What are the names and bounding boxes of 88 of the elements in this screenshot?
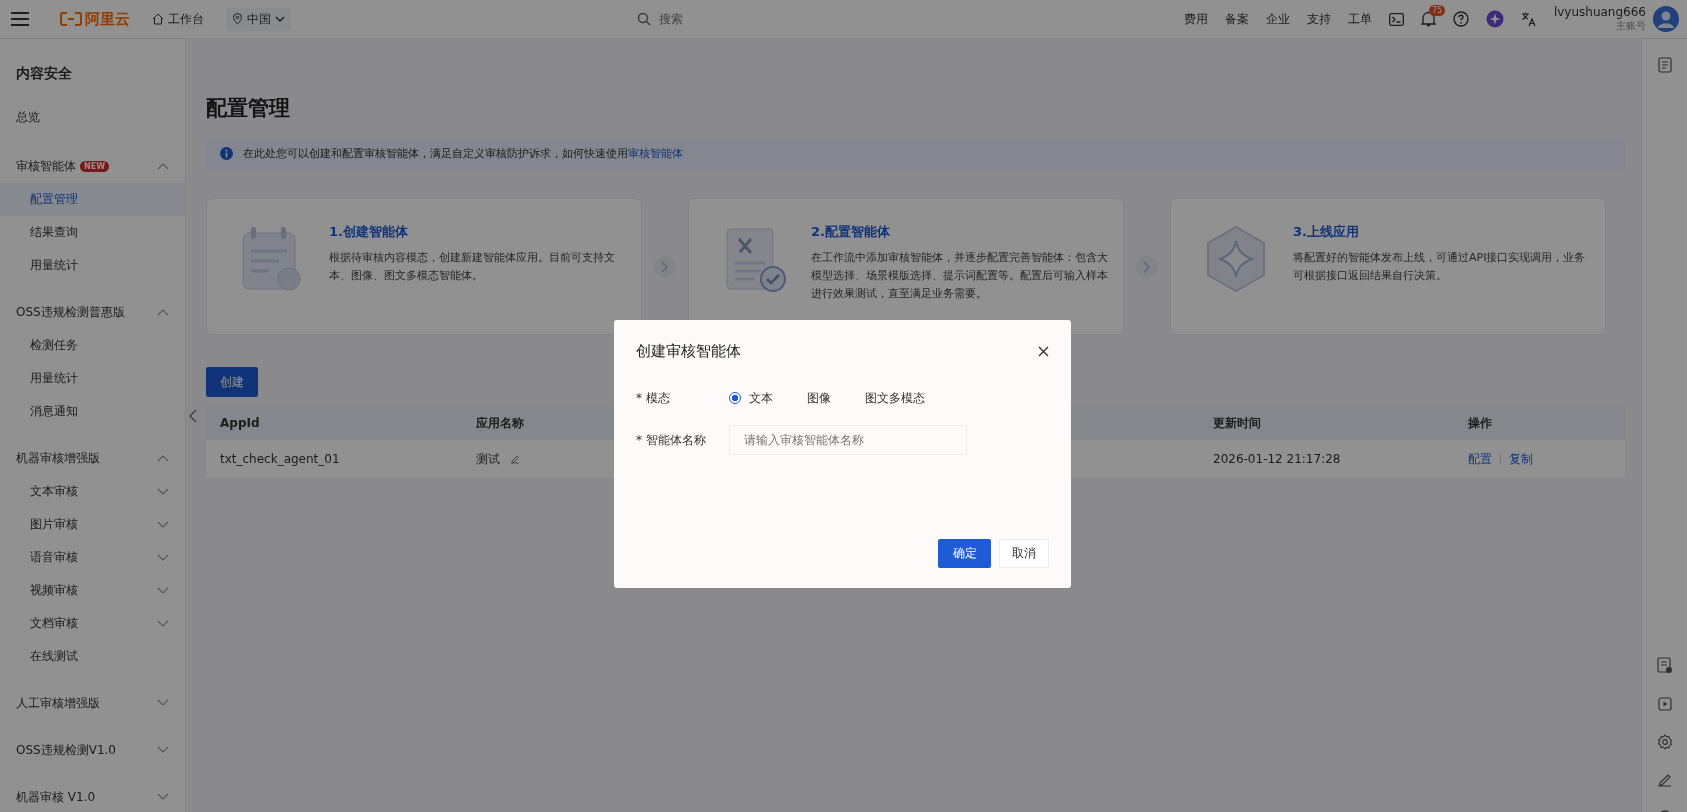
search-field[interactable]: 搜索 — [657, 11, 861, 27]
topbar-link[interactable]: 备案 — [1224, 10, 1249, 28]
new-badge: NEW — [80, 160, 109, 172]
topbar-link[interactable]: 企业 — [1265, 10, 1290, 28]
radio-option[interactable]: 文本 — [729, 389, 773, 407]
chevron-icon[interactable] — [157, 699, 169, 707]
cancel-button[interactable]: 取消 — [999, 539, 1049, 568]
close-icon[interactable] — [1038, 346, 1049, 357]
column-header: 应用名称 — [475, 414, 525, 432]
chevron-icon[interactable] — [157, 793, 169, 801]
edit-icon[interactable] — [510, 454, 520, 464]
column-header: 操作 — [1467, 414, 1493, 432]
chevron-icon[interactable] — [157, 586, 169, 595]
sidebar-title: 内容安全 — [15, 64, 73, 83]
table-cell-text: 2026-01-12 21:17:28 — [1212, 452, 1342, 466]
sidebar-item[interactable]: 文档审核 — [0, 607, 185, 640]
chevron-icon[interactable] — [157, 487, 169, 496]
sidebar-group[interactable]: OSS违规检测V1.0 — [0, 733, 185, 767]
sidebar-item[interactable]: 检测任务 — [0, 329, 185, 362]
menu-icon[interactable] — [10, 11, 30, 27]
sidebar-item[interactable]: 语音审核 — [0, 541, 185, 574]
info-icon — [220, 147, 233, 160]
sidebar-item[interactable]: 用量统计 — [0, 362, 185, 395]
sidebar-group[interactable]: 人工审核增强版 — [0, 686, 185, 720]
radio-option[interactable]: 图像 — [787, 389, 831, 407]
caret-icon — [275, 15, 285, 23]
sidebar-item[interactable]: 文本审核 — [0, 475, 185, 508]
sidebar-item[interactable]: 消息通知 — [0, 395, 185, 428]
step-description: 将配置好的智能体发布上线，可通过API接口实现调用，业务可根据接口返回结果自行决策。 — [1293, 250, 1587, 284]
step-title: 3.上线应用 — [1293, 223, 1360, 241]
sidebar-group[interactable]: 机器审核 V1.0 — [0, 780, 185, 812]
topbar-link[interactable]: 费用 — [1183, 10, 1208, 28]
step-title: 2.配置智能体 — [811, 223, 891, 241]
chevron-icon[interactable] — [157, 746, 169, 754]
chevron-icon[interactable] — [157, 619, 169, 628]
help-icon[interactable] — [1452, 11, 1469, 27]
search-icon[interactable] — [637, 12, 651, 26]
notification-badge: 75 — [1428, 5, 1446, 16]
table-cell: 测试 — [476, 450, 500, 468]
video-icon[interactable] — [1656, 696, 1673, 712]
page-title: 配置管理 — [206, 95, 291, 122]
sidebar-item[interactable]: 在线测试 — [0, 640, 185, 673]
sidebar-item[interactable]: 视频审核 — [0, 574, 185, 607]
settings-icon[interactable] — [1656, 734, 1673, 750]
avatar[interactable] — [1653, 6, 1679, 32]
column-header: 更新时间 — [1212, 414, 1262, 432]
action-link[interactable]: 复制 — [1509, 450, 1533, 468]
step-description: 在工作流中添加审核智能体，并逐步配置完善智能体：包含大模型选择、场景模版选择、提示词配置等。配置后可输入样本进行效果测试，直至满足业务需要。 — [811, 250, 1109, 302]
region-select[interactable]: 中国 — [226, 7, 291, 31]
radio-option[interactable]: 图文多模态 — [845, 389, 925, 407]
sidebar-group[interactable]: 机器审核增强版 — [0, 441, 185, 475]
field-label: * 智能体名称 — [636, 431, 707, 449]
terminal-icon[interactable] — [1388, 12, 1404, 26]
chevron-icon[interactable] — [157, 553, 169, 562]
notice-link[interactable]: 审核智能体 — [628, 147, 683, 160]
home-icon — [152, 13, 164, 25]
sidebar-item[interactable]: 用量统计 — [0, 249, 185, 282]
document-icon[interactable] — [1656, 657, 1673, 674]
table-cell-text: txt_check_agent_01 — [219, 452, 341, 466]
edit-icon[interactable] — [1657, 772, 1672, 787]
sidebar-group[interactable]: 审核智能体 NEW — [0, 149, 185, 183]
sidebar-item[interactable]: 总览 — [0, 101, 185, 134]
bell-icon[interactable] — [1420, 11, 1436, 27]
sidebar-item[interactable]: 配置管理 — [0, 183, 185, 216]
action-link[interactable]: 配置 — [1468, 450, 1492, 468]
dialog-title: 创建审核智能体 — [636, 342, 741, 361]
step-title: 1.创建智能体 — [329, 223, 409, 241]
topbar-link[interactable]: 支持 — [1306, 10, 1331, 28]
input-field[interactable]: 请输入审核智能体名称 — [729, 425, 967, 455]
sidebar-item[interactable]: 结果查询 — [0, 216, 185, 249]
sidebar-group[interactable]: OSS违规检测普惠版 — [0, 295, 185, 329]
document-icon[interactable] — [1657, 57, 1672, 73]
notice-text: 在此处您可以创建和配置审核智能体，满足自定义审核防护诉求，如何快速使用审核智能体 — [243, 146, 683, 161]
chevron-icon[interactable] — [157, 162, 169, 170]
sidebar-item[interactable]: 图片审核 — [0, 508, 185, 541]
create-button[interactable]: 创建 — [206, 367, 258, 397]
topbar-link[interactable]: 工单 — [1347, 10, 1372, 28]
sparkle-icon[interactable] — [1485, 10, 1504, 28]
chevron-icon[interactable] — [157, 454, 169, 462]
location-icon — [232, 13, 243, 25]
chevron-icon[interactable] — [157, 308, 169, 316]
column-header: AppId — [219, 416, 261, 430]
confirm-button[interactable]: 确定 — [938, 539, 991, 568]
step-description: 根据待审核内容模态，创建新建智能体应用。目前可支持文本、图像、图文多模态智能体。 — [329, 250, 616, 284]
field-label: * 模态 — [636, 389, 671, 407]
username[interactable]: lvyushuang666 — [1553, 5, 1646, 19]
chevron-icon[interactable] — [157, 520, 169, 529]
translate-icon[interactable] — [1520, 11, 1537, 27]
